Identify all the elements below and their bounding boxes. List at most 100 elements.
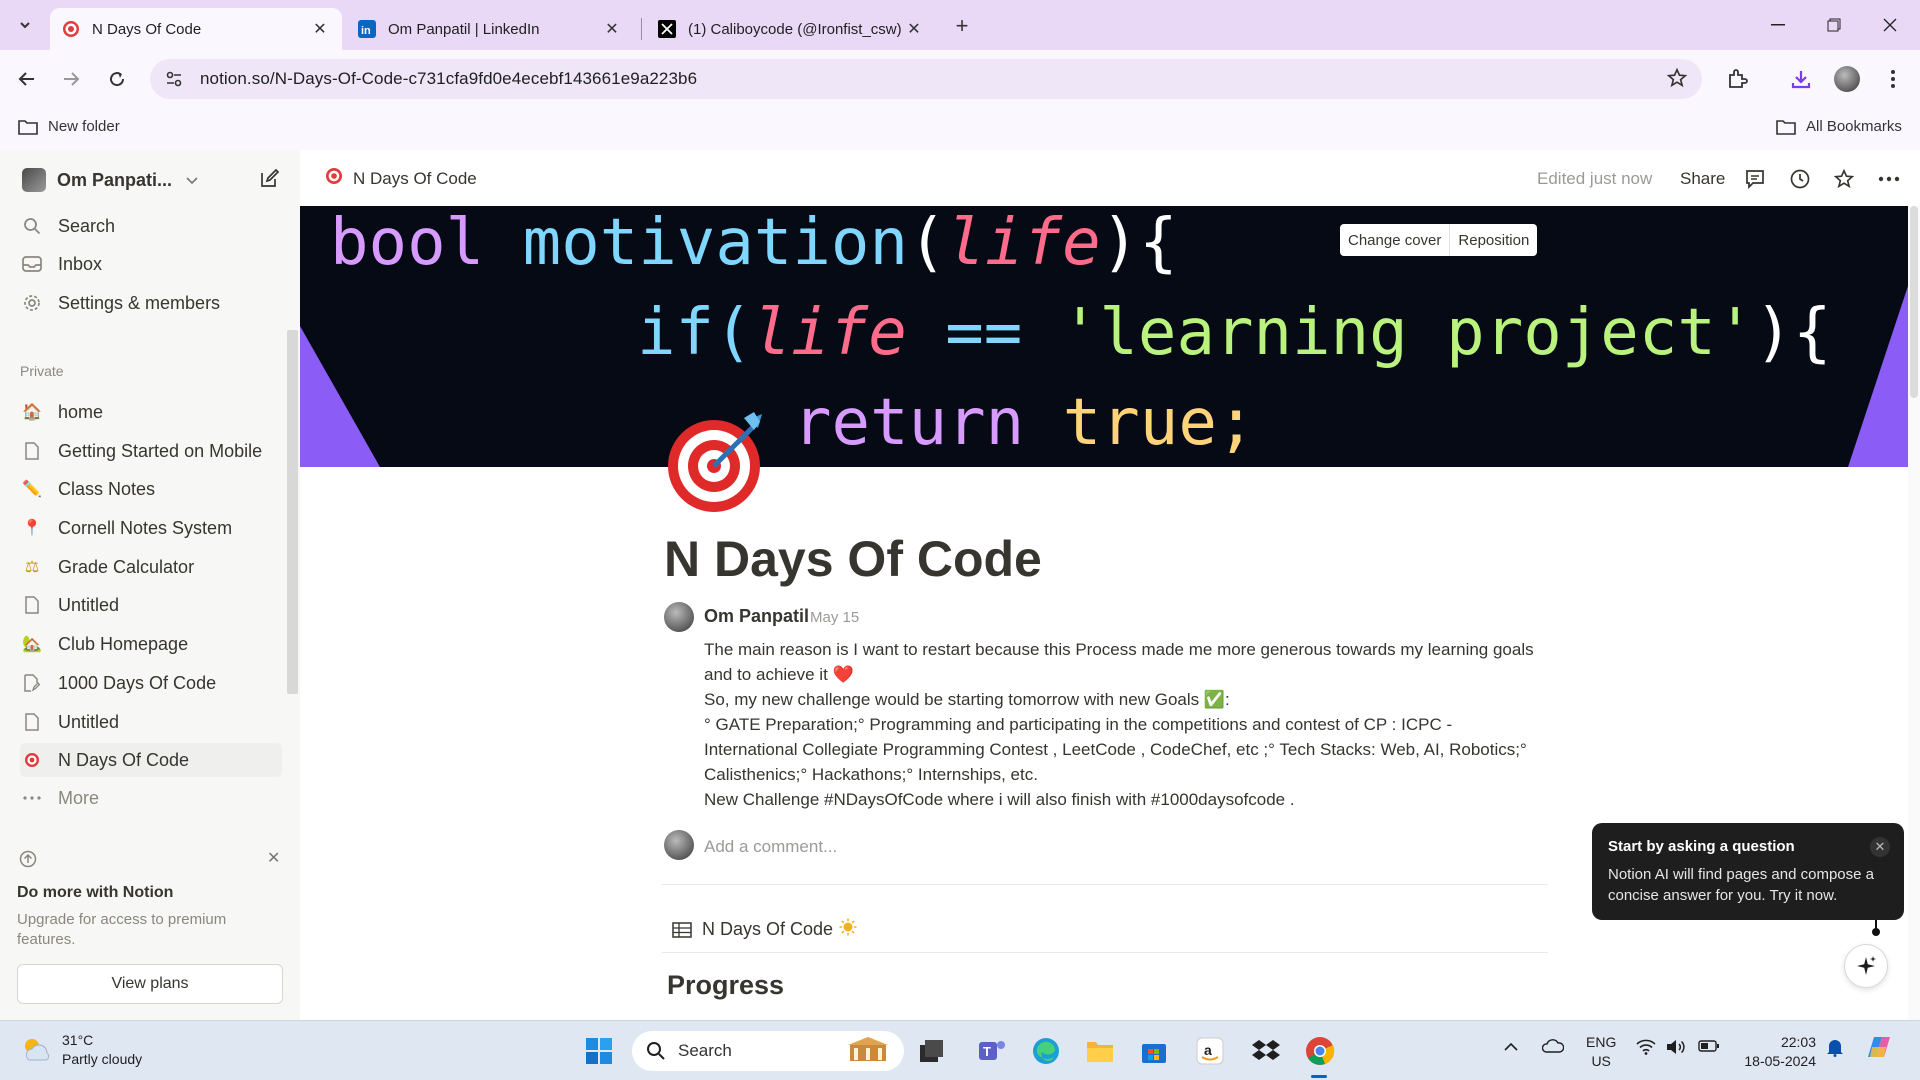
linkedin-icon: in — [358, 20, 376, 38]
sidebar-more[interactable]: More — [20, 781, 282, 815]
sidebar-scrollbar[interactable] — [287, 330, 298, 694]
change-cover-button[interactable]: Change cover — [1340, 224, 1449, 256]
sidebar-page-untitled-2[interactable]: Untitled — [20, 705, 282, 739]
sidebar-page-home[interactable]: 🏠 home — [20, 395, 282, 429]
target-icon — [62, 20, 80, 38]
add-comment-input[interactable]: Add a comment... — [704, 837, 837, 857]
table-icon — [672, 921, 692, 938]
cover-code-line: bool motivation(life){ — [330, 206, 1178, 280]
cover-decoration — [300, 326, 380, 467]
volume-icon[interactable] — [1666, 1039, 1686, 1058]
task-view-icon[interactable] — [914, 1033, 950, 1069]
tab-n-days-of-code[interactable]: N Days Of Code ✕ — [50, 8, 342, 50]
breadcrumb[interactable]: N Days Of Code — [325, 167, 477, 190]
onedrive-cloud-icon[interactable] — [1541, 1039, 1565, 1056]
windows-start-icon[interactable] — [581, 1033, 617, 1069]
database-header[interactable]: N Days Of Code — [672, 918, 867, 941]
reposition-button[interactable]: Reposition — [1449, 224, 1537, 256]
download-icon[interactable] — [1786, 64, 1816, 94]
tab-x-twitter[interactable]: (1) Caliboycode (@Ironfist_csw) ✕ — [646, 8, 936, 50]
dropbox-icon[interactable] — [1248, 1033, 1284, 1069]
close-icon[interactable]: ✕ — [904, 19, 924, 39]
sidebar-page-grade-calculator[interactable]: ⚖ Grade Calculator — [20, 550, 282, 584]
notion-sidebar: Om Panpati... Search Inbox Settings & me… — [0, 150, 300, 1020]
close-icon[interactable]: ✕ — [310, 19, 330, 39]
more-options-icon[interactable] — [1876, 166, 1902, 192]
sidebar-page-getting-started[interactable]: Getting Started on Mobile — [20, 434, 282, 468]
sidebar-page-1000-days[interactable]: 1000 Days Of Code — [20, 666, 282, 700]
lang-line: ENG — [1586, 1034, 1617, 1050]
reload-button[interactable] — [102, 64, 132, 94]
close-icon[interactable]: ✕ — [1870, 837, 1890, 857]
amazon-icon[interactable]: a — [1192, 1033, 1228, 1069]
sidebar-page-untitled[interactable]: Untitled — [20, 588, 282, 622]
microsoft-store-icon[interactable] — [1136, 1033, 1172, 1069]
page-scrollbar[interactable] — [1908, 206, 1920, 1020]
close-icon[interactable]: ✕ — [602, 19, 622, 39]
edge-icon[interactable] — [1028, 1033, 1064, 1069]
chrome-icon[interactable] — [1302, 1033, 1338, 1069]
sidebar-page-class-notes[interactable]: ✏️ Class Notes — [20, 472, 282, 506]
house-icon: 🏠 — [22, 404, 42, 421]
windows-taskbar: 31°C Partly cloudy Search T a ENG US 22:… — [0, 1020, 1920, 1080]
sun-icon — [839, 918, 867, 941]
section-heading[interactable]: Progress — [667, 970, 784, 1001]
language-indicator[interactable]: ENG US — [1586, 1033, 1616, 1071]
teams-icon[interactable]: T — [974, 1033, 1010, 1069]
x-icon — [658, 20, 676, 38]
page-emoji-target-icon[interactable] — [664, 410, 768, 514]
sidebar-page-n-days-of-code[interactable]: N Days Of Code — [20, 743, 282, 777]
weather-temp: 31°C — [62, 1032, 94, 1048]
sidebar-item-search[interactable]: Search — [20, 209, 282, 243]
all-bookmarks[interactable]: All Bookmarks — [1776, 118, 1902, 135]
minimize-button[interactable] — [1758, 10, 1798, 40]
address-bar[interactable]: notion.so/N-Days-Of-Code-c731cfa9fd0e4ec… — [150, 59, 1702, 99]
show-hidden-icons[interactable] — [1504, 1039, 1518, 1055]
profile-avatar[interactable] — [1832, 64, 1862, 94]
favorite-star-icon[interactable] — [1831, 166, 1857, 192]
pencil-icon: ✏️ — [22, 481, 42, 498]
new-tab-button[interactable]: + — [948, 12, 976, 40]
taskbar-search[interactable]: Search — [632, 1031, 904, 1071]
notification-bell-icon[interactable] — [1826, 1037, 1844, 1060]
bookmark-new-folder[interactable]: New folder — [18, 118, 120, 135]
close-icon[interactable]: ✕ — [267, 848, 280, 868]
workspace-name: Om Panpati... — [57, 169, 173, 190]
file-explorer-icon[interactable] — [1082, 1033, 1118, 1069]
tab-search-button[interactable] — [10, 11, 40, 39]
sidebar-item-settings[interactable]: Settings & members — [20, 286, 282, 320]
sidebar-item-label: N Days Of Code — [58, 749, 190, 770]
restore-button[interactable] — [1814, 10, 1854, 40]
tab-linkedin[interactable]: in Om Panpatil | LinkedIn ✕ — [346, 8, 634, 50]
scrollbar-thumb[interactable] — [1910, 206, 1918, 398]
search-icon — [20, 214, 44, 238]
bookmark-star-icon[interactable] — [1666, 67, 1688, 94]
view-plans-button[interactable]: View plans — [17, 964, 283, 1004]
close-window-button[interactable] — [1870, 10, 1910, 40]
sidebar-section-private: Private — [20, 363, 64, 379]
page-edit-icon — [20, 671, 44, 695]
forward-button[interactable] — [56, 64, 86, 94]
workspace-switcher[interactable]: Om Panpati... — [22, 168, 198, 192]
avatar — [664, 602, 694, 632]
sidebar-item-inbox[interactable]: Inbox — [20, 247, 282, 281]
history-clock-icon[interactable] — [1787, 166, 1813, 192]
browser-menu-icon[interactable] — [1878, 64, 1908, 94]
taskbar-clock[interactable]: 22:03 18-05-2024 — [1742, 1033, 1816, 1071]
share-button[interactable]: Share — [1680, 169, 1725, 189]
url-text[interactable]: notion.so/N-Days-Of-Code-c731cfa9fd0e4ec… — [200, 69, 697, 89]
new-page-icon[interactable] — [258, 168, 280, 195]
weather-widget[interactable]: 31°C Partly cloudy — [20, 1031, 142, 1069]
copilot-icon[interactable] — [1864, 1033, 1894, 1066]
sidebar-page-club-homepage[interactable]: 🏡 Club Homepage — [20, 627, 282, 661]
back-button[interactable] — [12, 64, 42, 94]
sidebar-page-cornell-notes[interactable]: 📍 Cornell Notes System — [20, 511, 282, 545]
add-comment-row[interactable]: Add a comment... — [664, 830, 1544, 870]
comments-icon[interactable] — [1742, 166, 1768, 192]
wifi-icon[interactable] — [1636, 1039, 1656, 1058]
page-title[interactable]: N Days Of Code — [664, 530, 1042, 588]
site-info-icon[interactable] — [156, 64, 192, 94]
battery-icon[interactable] — [1698, 1039, 1720, 1056]
notion-ai-button[interactable] — [1844, 944, 1888, 988]
extensions-icon[interactable] — [1722, 64, 1752, 94]
